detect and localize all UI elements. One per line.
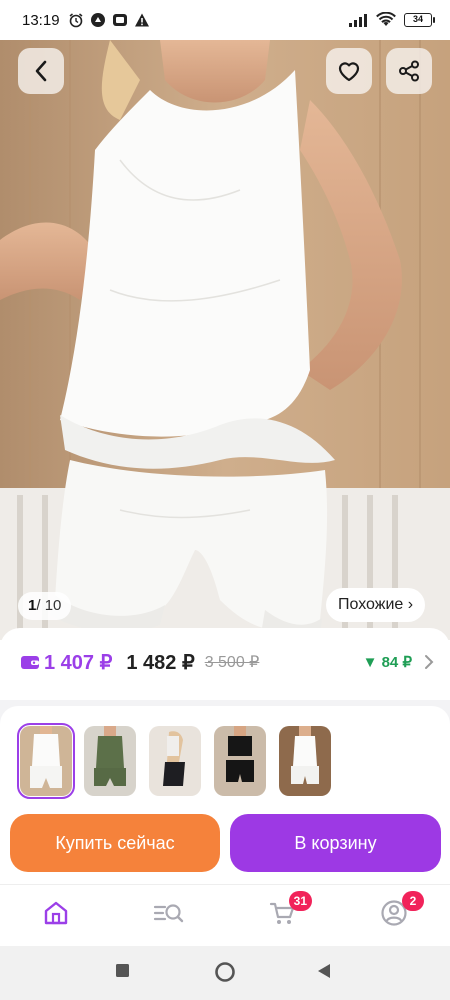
drive-icon [90,13,105,27]
chevron-right-icon [425,655,434,669]
recent-apps-icon[interactable] [115,963,131,979]
thumbnail[interactable] [214,726,266,796]
wallet-price: 1 407 ₽ [44,651,113,674]
old-price: 3 500 ₽ [204,654,260,671]
chevron-left-icon [35,60,47,82]
nav-home[interactable] [42,899,74,931]
product-image [0,40,450,640]
status-bar: 13:19 34 [0,0,450,40]
battery-icon: 34 [404,13,435,27]
buy-now-button[interactable]: Купить сейчас [10,814,220,872]
nav-catalog[interactable] [153,899,185,931]
cart-badge: 31 [288,891,312,911]
profile-badge: 2 [402,891,424,911]
thumbnail[interactable] [279,726,331,796]
status-time: 13:19 [22,11,60,29]
product-screen: 13:19 34 1/ 10 Похожие › 1 407 ₽ 1 482 ₽… [0,0,450,1000]
similar-button[interactable]: Похожие › [326,588,426,622]
catalog-search-icon [153,904,184,923]
alarm-icon [69,13,83,28]
price-card[interactable]: 1 407 ₽ 1 482 ₽ 3 500 ₽ ▼ 84 ₽ [0,628,450,696]
wallet-icon [21,656,39,669]
back-triangle-icon[interactable] [316,963,332,979]
back-button[interactable] [18,48,64,94]
system-nav-bar [0,946,450,1000]
thumbnail-card [0,706,450,802]
share-button[interactable] [386,48,432,94]
wifi-icon [376,12,396,26]
image-counter-separator: / [36,597,41,614]
thumbnail[interactable] [84,726,136,796]
home-button-icon[interactable] [214,961,236,983]
product-photo[interactable]: 1/ 10 Похожие › [0,40,450,640]
signal-icon [349,14,367,27]
price: 1 482 ₽ [126,651,195,674]
share-icon [399,60,419,82]
thumbnail[interactable] [17,723,75,799]
image-counter-total: 10 [44,597,62,614]
screen-record-icon [112,14,127,26]
bottom-nav: 31 2 [0,884,450,946]
warning-icon [134,13,149,27]
home-icon [44,901,68,925]
add-to-cart-button[interactable]: В корзину [230,814,441,872]
nav-profile[interactable]: 2 [380,891,424,931]
action-bar: Купить сейчас В корзину [0,802,450,884]
favorite-button[interactable] [326,48,372,94]
status-right: 34 [348,12,435,28]
cashback: ▼ 84 ₽ [362,654,412,671]
nav-cart[interactable]: 31 [268,891,312,931]
thumbnail-strip [0,700,450,802]
thumbnail[interactable] [149,726,201,796]
heart-icon [338,62,360,82]
image-counter: 1/ 10 [18,592,72,620]
